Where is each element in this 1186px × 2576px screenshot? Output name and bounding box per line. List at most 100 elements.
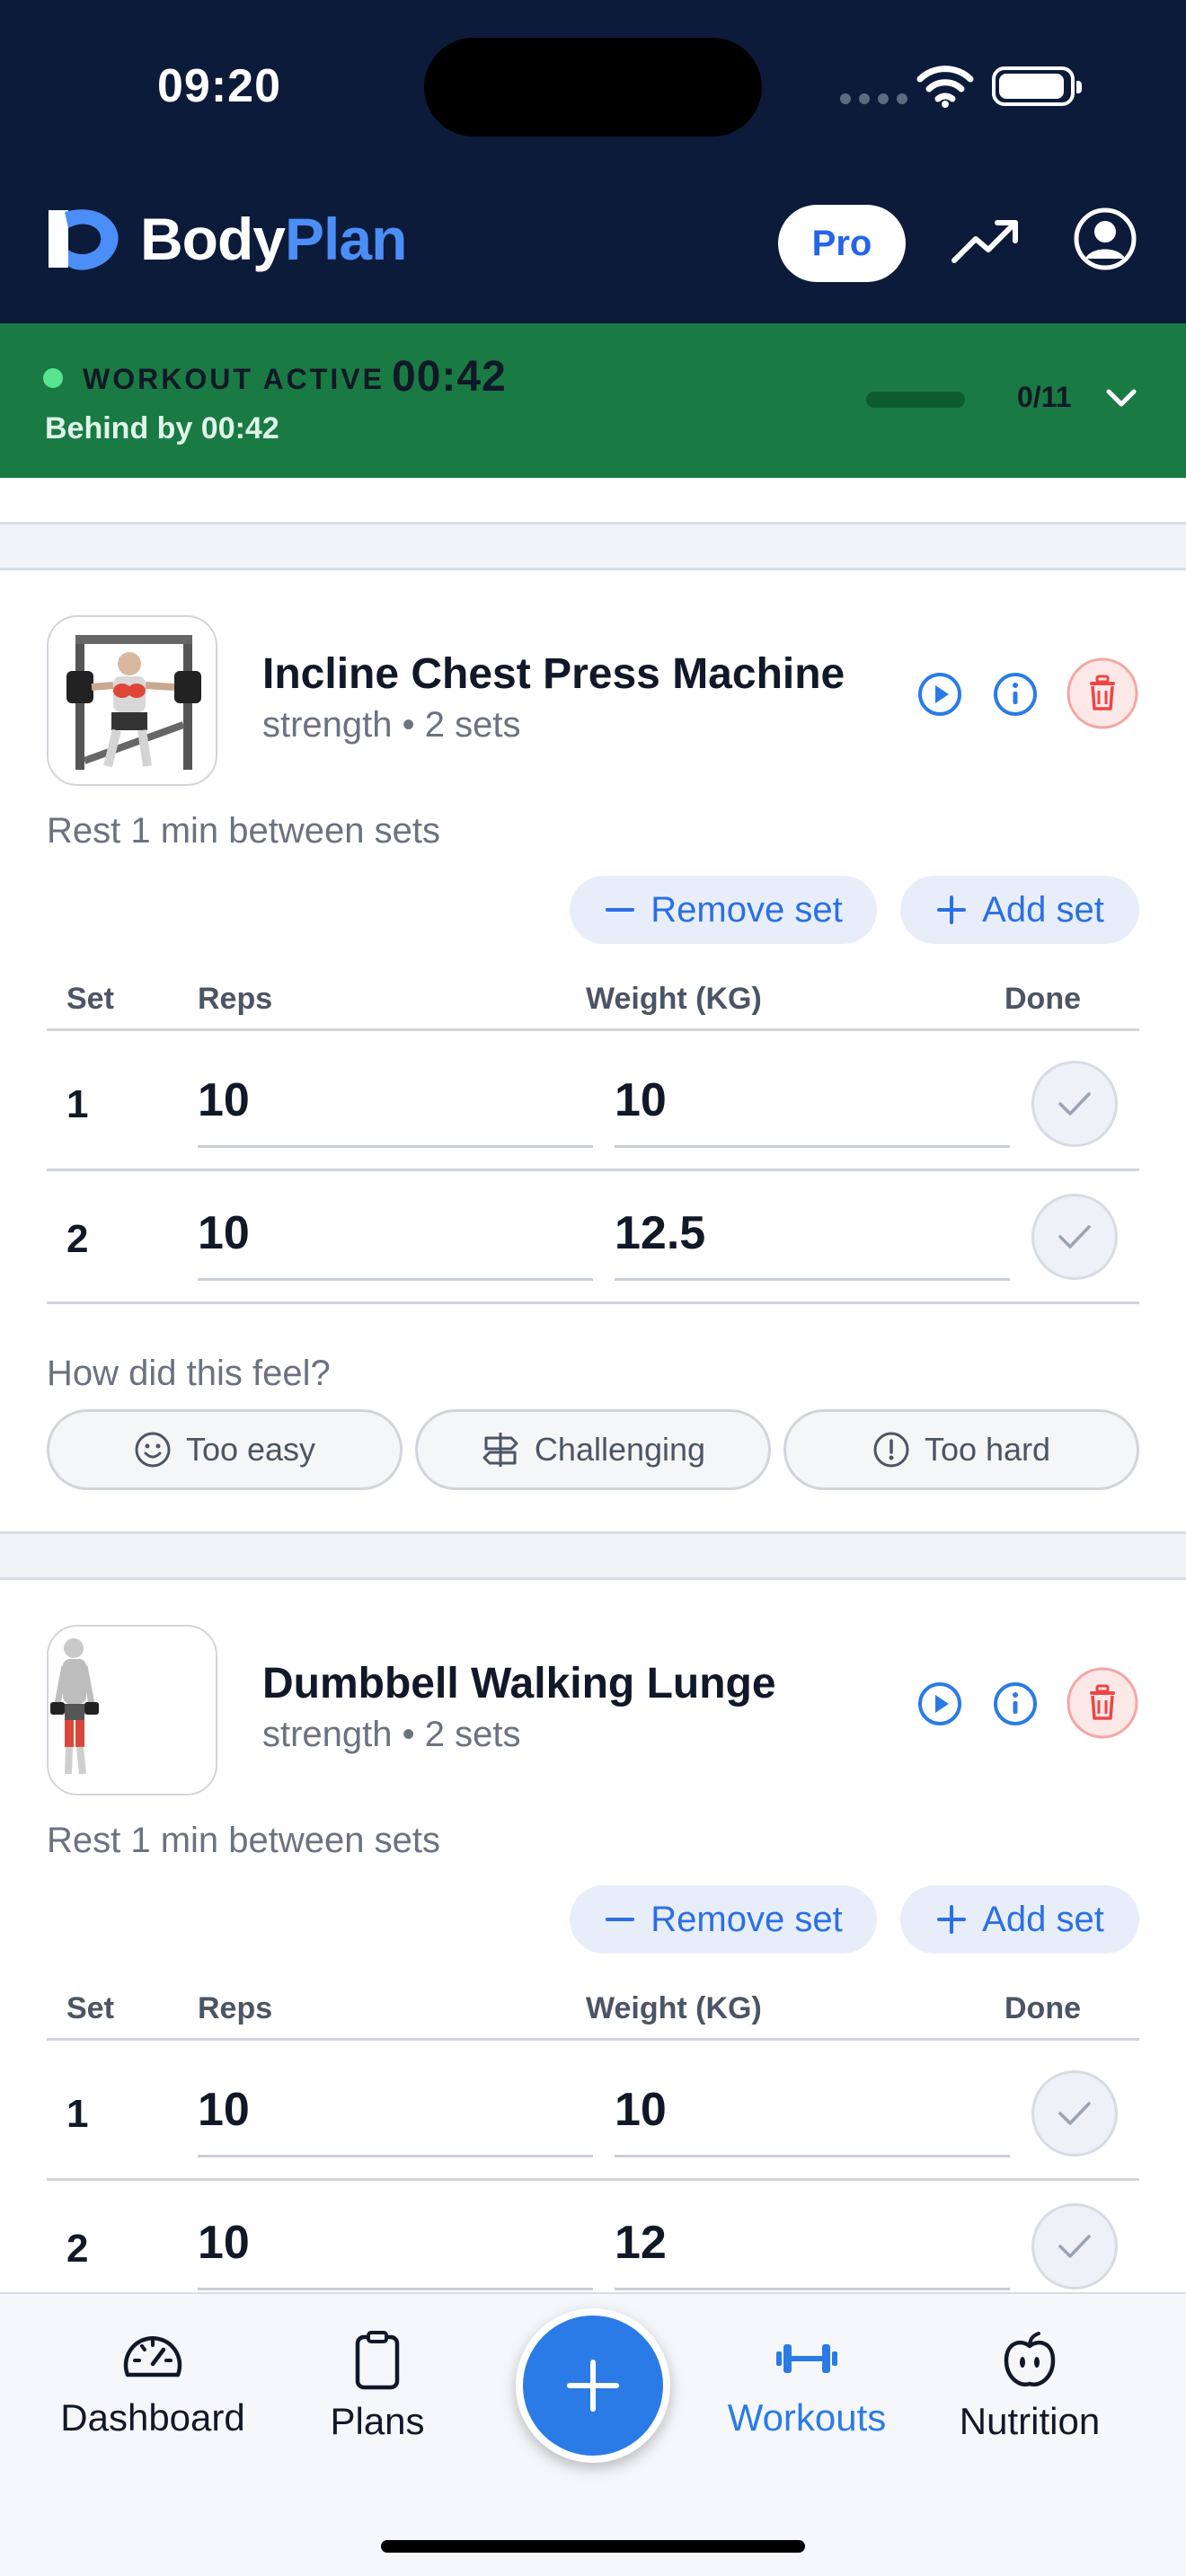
workout-active-label: WORKOUT ACTIVE xyxy=(83,363,385,395)
weight-input-underline xyxy=(615,2288,1010,2290)
minus-icon xyxy=(606,1918,635,1921)
exercise-meta: strength • 2 sets xyxy=(262,1715,521,1754)
remove-set-button[interactable]: Remove set xyxy=(570,1885,877,1954)
home-indicator xyxy=(381,2540,805,2553)
reps-input[interactable]: 10 xyxy=(198,2216,250,2270)
set-number: 1 xyxy=(66,2092,89,2136)
pro-button[interactable]: Pro xyxy=(778,205,906,282)
weight-input[interactable]: 12 xyxy=(615,2216,667,2270)
play-video-icon[interactable] xyxy=(916,671,963,718)
add-fab-button[interactable] xyxy=(516,2308,670,2463)
remove-set-label: Remove set xyxy=(651,889,843,930)
set-done-button[interactable] xyxy=(1031,1061,1118,1147)
previous-exercise-card xyxy=(0,478,1186,525)
feel-challenging-button[interactable]: Challenging xyxy=(415,1409,771,1490)
play-video-icon[interactable] xyxy=(916,1681,963,1727)
exercise-list[interactable]: Incline Chest Press Machine strength • 2… xyxy=(0,478,1186,2292)
table-divider xyxy=(47,1028,1139,1031)
exercise-card: Incline Chest Press Machine strength • 2… xyxy=(0,568,1186,1534)
nav-plans[interactable]: Plans xyxy=(270,2330,485,2443)
live-indicator xyxy=(43,368,63,388)
wifi-icon xyxy=(916,66,974,108)
bottom-nav: Dashboard Plans Workouts Nutrition xyxy=(0,2292,1186,2576)
remove-set-button[interactable]: Remove set xyxy=(570,876,877,944)
row-divider xyxy=(47,2178,1139,2181)
clipboard-icon xyxy=(355,2331,400,2390)
nav-nutrition[interactable]: Nutrition xyxy=(922,2330,1137,2443)
add-set-label: Add set xyxy=(982,1899,1104,1939)
col-reps-header: Reps xyxy=(198,982,273,1016)
plus-icon xyxy=(937,895,967,924)
weight-input-underline xyxy=(615,1278,1010,1281)
reps-input[interactable]: 10 xyxy=(198,1206,250,1260)
set-done-button[interactable] xyxy=(1031,2203,1118,2289)
col-weight-header: Weight (KG) xyxy=(586,982,762,1016)
feel-question: How did this feel? xyxy=(47,1354,331,1393)
feel-too-hard-button[interactable]: Too hard xyxy=(783,1409,1139,1490)
nav-dashboard[interactable]: Dashboard xyxy=(45,2330,261,2439)
add-set-button[interactable]: Add set xyxy=(900,876,1139,944)
minus-icon xyxy=(606,908,635,912)
feel-too-easy-button[interactable]: Too easy xyxy=(47,1409,403,1490)
feel-too-hard-label: Too hard xyxy=(924,1431,1051,1468)
workout-progress-count: 0/11 xyxy=(1017,381,1072,413)
reps-input[interactable]: 10 xyxy=(198,1073,250,1127)
check-icon xyxy=(1058,1225,1091,1248)
weight-input[interactable]: 12.5 xyxy=(615,1206,705,1260)
check-icon xyxy=(1058,2102,1091,2125)
exercise-thumbnail[interactable] xyxy=(47,1625,217,1795)
col-weight-header: Weight (KG) xyxy=(586,1991,762,2025)
plus-icon xyxy=(937,1905,967,1934)
trending-up-icon[interactable] xyxy=(951,214,1021,268)
add-set-button[interactable]: Add set xyxy=(900,1885,1139,1954)
brand-logo[interactable]: BodyPlan xyxy=(41,201,407,277)
info-icon[interactable] xyxy=(992,671,1039,718)
weight-input-underline xyxy=(615,1145,1010,1148)
chevron-down-icon[interactable] xyxy=(1103,384,1139,411)
exercise-thumbnail[interactable] xyxy=(47,615,217,786)
exercise-name: Incline Chest Press Machine xyxy=(262,650,845,698)
add-set-label: Add set xyxy=(982,889,1104,930)
reps-input-underline xyxy=(198,1145,593,1148)
weight-input[interactable]: 10 xyxy=(615,1073,667,1127)
profile-icon[interactable] xyxy=(1073,207,1137,271)
reps-input-underline xyxy=(198,2155,593,2157)
row-divider xyxy=(47,1169,1139,1171)
col-reps-header: Reps xyxy=(198,1991,273,2025)
reps-input[interactable]: 10 xyxy=(198,2083,250,2137)
workout-active-banner[interactable] xyxy=(0,323,1186,478)
set-number: 1 xyxy=(66,1082,89,1126)
exercise-name: Dumbbell Walking Lunge xyxy=(262,1660,776,1707)
feel-challenging-label: Challenging xyxy=(534,1431,706,1468)
bodyplan-logo-icon xyxy=(49,209,119,270)
apple-icon xyxy=(1004,2332,1056,2386)
behind-schedule-text: Behind by 00:42 xyxy=(45,411,279,446)
workout-progress-bar xyxy=(866,392,965,408)
info-icon[interactable] xyxy=(992,1681,1039,1727)
dynamic-island xyxy=(424,38,762,137)
table-divider xyxy=(47,2038,1139,2041)
rest-info: Rest 1 min between sets xyxy=(47,1821,440,1860)
set-done-button[interactable] xyxy=(1031,2070,1118,2157)
check-icon xyxy=(1058,2235,1091,2258)
exercise-meta: strength • 2 sets xyxy=(262,705,521,745)
alert-circle-icon xyxy=(873,1432,909,1468)
set-number: 2 xyxy=(66,1217,89,1261)
col-done-header: Done xyxy=(1005,1991,1081,2025)
app-header: 09:20 BodyPlan Pro xyxy=(0,0,1186,323)
signal-icon xyxy=(840,93,907,104)
workout-timer: 00:42 xyxy=(392,353,507,401)
remove-set-label: Remove set xyxy=(651,1899,843,1939)
weight-input[interactable]: 10 xyxy=(615,2083,667,2137)
dashboard-gauge-icon xyxy=(123,2335,182,2378)
dumbbell-icon xyxy=(776,2344,837,2373)
delete-exercise-icon[interactable] xyxy=(1066,657,1139,730)
row-divider xyxy=(47,1301,1139,1304)
feel-too-easy-label: Too easy xyxy=(185,1431,316,1468)
nav-workouts[interactable]: Workouts xyxy=(699,2330,915,2439)
delete-exercise-icon[interactable] xyxy=(1066,1666,1139,1740)
check-icon xyxy=(1058,1092,1091,1116)
weight-input-underline xyxy=(615,2155,1010,2157)
set-done-button[interactable] xyxy=(1031,1194,1118,1280)
walking-lunge-image xyxy=(50,1638,99,1775)
